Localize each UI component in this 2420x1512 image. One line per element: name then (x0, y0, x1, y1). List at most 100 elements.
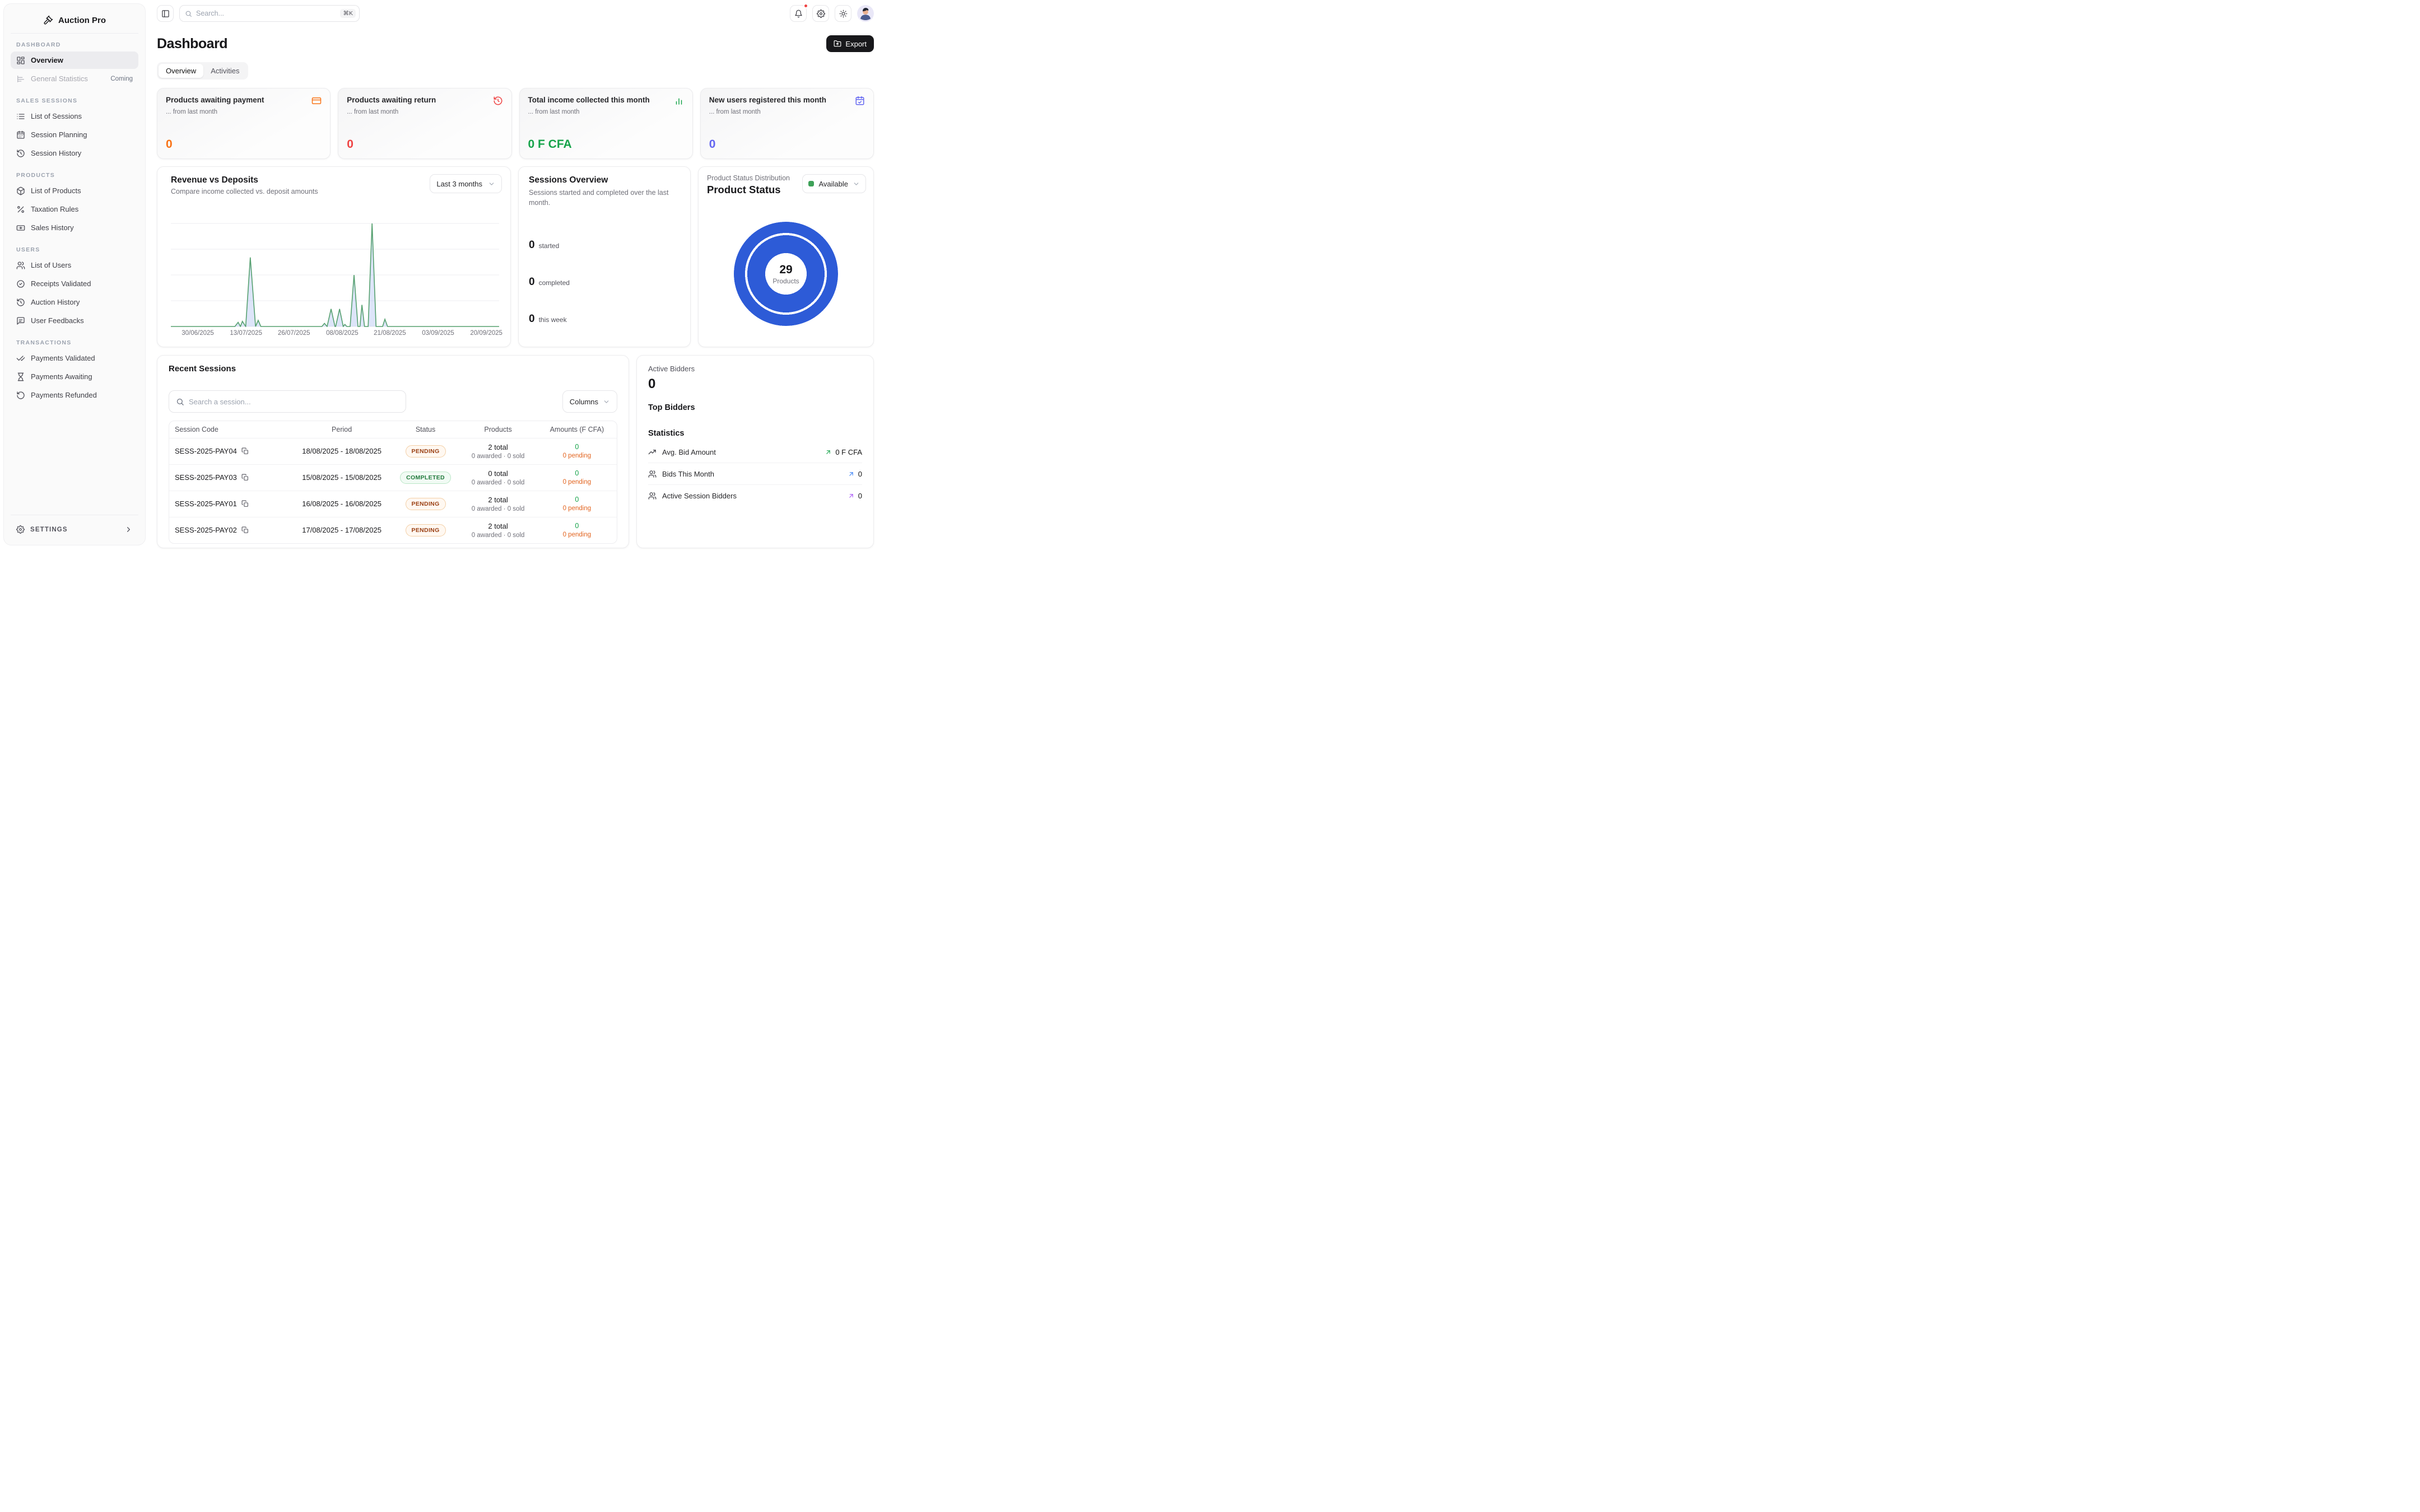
sidebar-item-auction-history[interactable]: Auction History (11, 293, 138, 311)
section-label-dashboard: DASHBOARD (16, 41, 133, 48)
search-input[interactable] (196, 10, 336, 17)
sidebar-item-label: Sales History (31, 223, 74, 232)
col-session-code[interactable]: Session Code (169, 421, 292, 438)
copy-icon[interactable] (241, 447, 249, 455)
tab-overview[interactable]: Overview (159, 64, 203, 78)
sidebar-item-list-of-users[interactable]: List of Users (11, 256, 138, 274)
sidebar-toggle-button[interactable] (157, 5, 174, 22)
avatar[interactable] (857, 5, 874, 22)
amount: 0 (542, 522, 612, 530)
sidebar-item-user-feedbacks[interactable]: User Feedbacks (11, 312, 138, 329)
active-bidders-card: Active Bidders 0 Top Bidders Statistics … (636, 355, 874, 548)
dashboard-icon (16, 56, 25, 65)
calendar-check-icon (855, 96, 865, 106)
copy-icon[interactable] (241, 474, 249, 481)
sessions-overview-subtitle: Sessions started and completed over the … (529, 188, 680, 208)
export-button[interactable]: Export (826, 35, 874, 52)
sessions-this-week-stat: 0 this week (529, 313, 680, 325)
bids-this-month-row: Bids This Month 0 (648, 463, 862, 485)
product-status-card: Product Status Distribution Product Stat… (698, 166, 874, 347)
gavel-icon (43, 15, 53, 25)
products-detail: 0 awarded · 0 sold (463, 506, 532, 512)
table-row[interactable]: SESS-2025-PAY02 17/08/2025 - 17/08/2025 … (169, 517, 617, 543)
sidebar-item-payments-validated[interactable]: Payments Validated (11, 349, 138, 367)
sidebar-item-list-of-products[interactable]: List of Products (11, 182, 138, 199)
revenue-vs-deposits-card: Revenue vs Deposits Compare income colle… (157, 166, 511, 347)
history-icon (16, 298, 25, 307)
section-label-users: USERS (16, 246, 133, 253)
sidebar-item-label: Taxation Rules (31, 205, 78, 213)
sidebar-item-session-planning[interactable]: Session Planning (11, 126, 138, 143)
copy-icon[interactable] (241, 526, 249, 534)
gear-icon (817, 10, 825, 18)
table-row[interactable]: SESS-2025-PAY04 18/08/2025 - 18/08/2025 … (169, 438, 617, 464)
session-code: SESS-2025-PAY01 (175, 500, 237, 508)
stat-subtitle: ... from last month (709, 109, 865, 115)
settings-button[interactable] (812, 5, 829, 22)
col-period[interactable]: Period (292, 421, 392, 438)
sidebar-item-label: Payments Validated (31, 354, 95, 362)
arrow-up-right-icon (848, 470, 855, 478)
sidebar-item-taxation-rules[interactable]: Taxation Rules (11, 200, 138, 218)
revenue-area-chart (171, 221, 499, 327)
theme-toggle-button[interactable] (835, 5, 851, 22)
sessions-table: Session Code Period Status Products Amou… (169, 421, 617, 544)
calendar-icon (16, 130, 25, 139)
donut-center-value: 29 (779, 263, 792, 277)
session-search[interactable] (169, 390, 406, 413)
sidebar-settings[interactable]: SETTINGS (11, 515, 138, 537)
bar-chart-horizontal-icon (16, 74, 25, 83)
sidebar-item-overview[interactable]: Overview (11, 52, 138, 69)
topbar: ⌘K (157, 5, 874, 22)
tab-activities[interactable]: Activities (203, 64, 246, 78)
col-products[interactable]: Products (459, 421, 537, 438)
table-row[interactable]: SESS-2025-PAY01 16/08/2025 - 16/08/2025 … (169, 491, 617, 517)
sidebar-item-label: Session History (31, 149, 81, 157)
stat-card-awaiting-payment: Products awaiting payment ... from last … (157, 88, 331, 159)
hourglass-icon (16, 372, 25, 381)
sidebar-item-label: List of Sessions (31, 112, 82, 120)
copy-icon[interactable] (241, 500, 249, 507)
session-period: 18/08/2025 - 18/08/2025 (292, 438, 392, 464)
global-search[interactable]: ⌘K (179, 5, 360, 22)
list-icon (16, 112, 25, 121)
col-status[interactable]: Status (392, 421, 459, 438)
session-period: 16/08/2025 - 16/08/2025 (292, 491, 392, 517)
status-filter-select[interactable]: Available (802, 174, 866, 193)
top-bidders-heading: Top Bidders (648, 403, 862, 412)
sidebar-item-payments-awaiting[interactable]: Payments Awaiting (11, 368, 138, 385)
bar-chart-icon (674, 96, 684, 106)
stat-subtitle: ... from last month (166, 109, 322, 115)
stat-value: 0 (347, 138, 502, 151)
sidebar-item-receipts-validated[interactable]: Receipts Validated (11, 275, 138, 292)
x-tick-label: 26/07/2025 (278, 330, 310, 337)
sidebar-item-list-of-sessions[interactable]: List of Sessions (11, 108, 138, 125)
amount-detail: 0 pending (542, 452, 612, 459)
percent-icon (16, 205, 25, 214)
table-row[interactable]: SESS-2025-PAY03 15/08/2025 - 15/08/2025 … (169, 464, 617, 491)
columns-button[interactable]: Columns (562, 390, 617, 413)
stat-title: Products awaiting return (347, 96, 436, 104)
amount: 0 (542, 496, 612, 503)
range-select[interactable]: Last 3 months (430, 174, 502, 193)
active-bidders-label: Active Bidders (648, 365, 862, 373)
recent-sessions-card: Recent Sessions Columns Session Code (157, 355, 629, 548)
chevron-down-icon (603, 398, 610, 405)
stat-value: 0 (529, 239, 535, 251)
stat-title: Total income collected this month (528, 96, 650, 104)
tab-bar: Overview Activities (157, 62, 248, 80)
sidebar-item-sales-history[interactable]: Sales History (11, 219, 138, 236)
sidebar-item-label: Session Planning (31, 130, 87, 139)
sidebar-item-payments-refunded[interactable]: Payments Refunded (11, 386, 138, 404)
session-search-input[interactable] (189, 398, 399, 406)
credit-card-icon (311, 96, 322, 106)
col-amounts[interactable]: Amounts (F CFA) (537, 421, 617, 438)
sidebar-item-session-history[interactable]: Session History (11, 144, 138, 162)
sidebar-item-general-statistics[interactable]: General Statistics Coming (11, 70, 138, 87)
products-total: 0 total (463, 469, 532, 478)
amount-detail: 0 pending (542, 479, 612, 486)
stat-value: 0 (529, 313, 535, 325)
x-tick-label: 30/06/2025 (182, 330, 214, 337)
session-code: SESS-2025-PAY03 (175, 473, 237, 482)
products-detail: 0 awarded · 0 sold (463, 479, 532, 486)
